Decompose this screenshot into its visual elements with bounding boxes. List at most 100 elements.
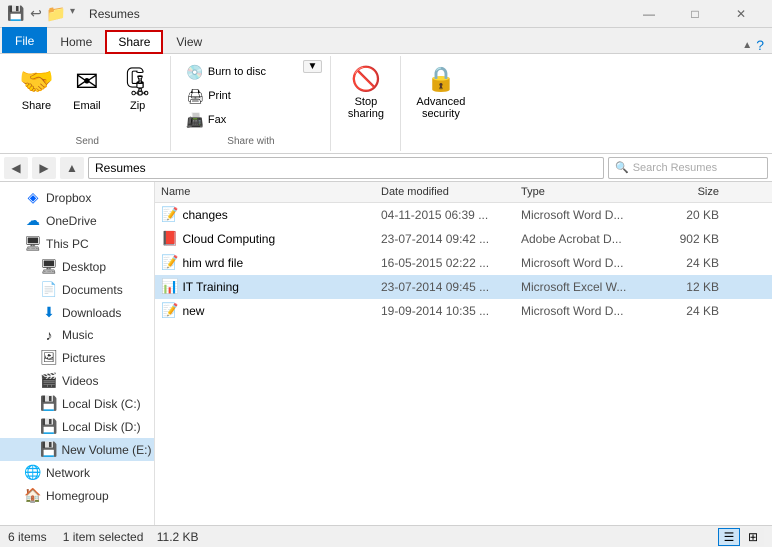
sidebar-item-new-volume[interactable]: 💾 New Volume (E:) (0, 438, 154, 461)
address-path-text: Resumes (95, 161, 146, 175)
file-size-cell: 24 KB (655, 301, 725, 321)
up-button[interactable]: ▲ (60, 157, 84, 179)
forward-button[interactable]: ▶ (32, 157, 56, 179)
ribbon-send-buttons: 🤝 Share ✉ Email 🗜 Zip (12, 60, 162, 132)
email-button[interactable]: ✉ Email (63, 60, 111, 117)
email-label: Email (73, 100, 101, 112)
sidebar-label-homegroup: Homegroup (46, 489, 109, 503)
sidebar-label-local-d: Local Disk (D:) (62, 420, 141, 434)
stop-sharing-button[interactable]: 🚫 Stopsharing (341, 60, 391, 147)
sidebar-item-downloads[interactable]: ⬇ Downloads (0, 301, 154, 324)
sidebar-item-this-pc[interactable]: 🖥 This PC (0, 232, 154, 255)
col-name[interactable]: Name (155, 184, 375, 200)
print-button[interactable]: 🖨 Print (179, 85, 298, 108)
title-bar-icons: 💾 ↩ 📁 ▾ (8, 6, 77, 22)
downloads-icon: ⬇ (40, 304, 58, 321)
homegroup-icon: 🏠 (24, 487, 42, 504)
file-size-cell: 20 KB (655, 205, 725, 225)
main-content: ◈ Dropbox ☁ OneDrive 🖥 This PC 🖥 Desktop… (0, 182, 772, 525)
share-button[interactable]: 🤝 Share (12, 60, 61, 117)
quick-access-save-icon[interactable]: 💾 (8, 6, 24, 22)
file-type-cell: Microsoft Word D... (515, 253, 655, 273)
col-type[interactable]: Type (515, 184, 655, 200)
file-type-cell: Microsoft Word D... (515, 301, 655, 321)
sidebar-item-onedrive[interactable]: ☁ OneDrive (0, 209, 154, 232)
sidebar-label-downloads: Downloads (62, 306, 121, 320)
share-label: Share (22, 100, 51, 112)
tab-home[interactable]: Home (47, 29, 105, 53)
advanced-security-button[interactable]: 🔒 Advancedsecurity (409, 60, 472, 147)
sidebar-item-videos[interactable]: 🎬 Videos (0, 369, 154, 392)
sidebar-item-homegroup[interactable]: 🏠 Homegroup (0, 484, 154, 507)
close-button[interactable]: ✕ (718, 0, 764, 28)
file-name-cell: 📊 IT Training (155, 275, 375, 298)
sidebar-item-documents[interactable]: 📄 Documents (0, 278, 154, 301)
desktop-icon: 🖥 (40, 258, 58, 275)
dropbox-icon: ◈ (24, 189, 42, 206)
sidebar-label-onedrive: OneDrive (46, 214, 97, 228)
file-date-cell: 19-09-2014 10:35 ... (375, 301, 515, 321)
file-type-icon: 📝 (161, 254, 178, 271)
zip-button[interactable]: 🗜 Zip (113, 60, 163, 117)
file-list-header: Name Date modified Type Size (155, 182, 772, 203)
file-size-cell: 12 KB (655, 277, 725, 297)
sidebar-label-this-pc: This PC (46, 237, 89, 251)
file-date-cell: 16-05-2015 02:22 ... (375, 253, 515, 273)
advanced-security-icon: 🔒 (426, 65, 456, 94)
large-icons-view-button[interactable]: ⊞ (742, 528, 764, 546)
table-row[interactable]: 📝 new 19-09-2014 10:35 ... Microsoft Wor… (155, 299, 772, 323)
documents-icon: 📄 (40, 281, 58, 298)
sidebar-label-videos: Videos (62, 374, 98, 388)
sidebar-item-desktop[interactable]: 🖥 Desktop (0, 255, 154, 278)
minimize-button[interactable]: — (626, 0, 672, 28)
window-title: Resumes (89, 7, 626, 21)
ribbon-expand-icon[interactable]: ▲ (742, 40, 752, 51)
details-view-button[interactable]: ☰ (718, 528, 740, 546)
burn-icon: 💿 (186, 64, 203, 81)
sidebar-item-local-c[interactable]: 💾 Local Disk (C:) (0, 392, 154, 415)
table-row[interactable]: 📊 IT Training 23-07-2014 09:45 ... Micro… (155, 275, 772, 299)
ribbon: 🤝 Share ✉ Email 🗜 Zip Send 💿 Burn to dis… (0, 54, 772, 154)
share-with-dropdown[interactable]: ▼ (303, 60, 323, 73)
quick-access-undo-icon[interactable]: ↩ (28, 6, 44, 22)
ribbon-share-with-buttons: 💿 Burn to disc 🖨 Print 📠 Fax ▼ (179, 60, 322, 132)
sidebar-item-network[interactable]: 🌐 Network (0, 461, 154, 484)
tab-file[interactable]: File (2, 27, 47, 53)
table-row[interactable]: 📝 him wrd file 16-05-2015 02:22 ... Micr… (155, 251, 772, 275)
sidebar-item-music[interactable]: ♪ Music (0, 324, 154, 346)
file-size-cell: 24 KB (655, 253, 725, 273)
maximize-button[interactable]: □ (672, 0, 718, 28)
file-type-cell: Microsoft Word D... (515, 205, 655, 225)
tab-bar: File Home Share View ▲ ? (0, 28, 772, 54)
table-row[interactable]: 📝 changes 04-11-2015 06:39 ... Microsoft… (155, 203, 772, 227)
file-name: him wrd file (182, 256, 243, 270)
share-icon: 🤝 (19, 65, 54, 98)
search-placeholder: Search Resumes (633, 162, 717, 174)
help-icon[interactable]: ? (756, 37, 764, 53)
fax-button[interactable]: 📠 Fax (179, 109, 298, 132)
item-count: 6 items (8, 530, 47, 544)
stop-sharing-icon: 🚫 (351, 65, 381, 94)
sidebar-item-local-d[interactable]: 💾 Local Disk (D:) (0, 415, 154, 438)
sidebar-label-new-volume: New Volume (E:) (61, 443, 151, 457)
col-size[interactable]: Size (655, 184, 725, 200)
col-date[interactable]: Date modified (375, 184, 515, 200)
title-bar: 💾 ↩ 📁 ▾ Resumes — □ ✕ (0, 0, 772, 28)
search-box[interactable]: 🔍 Search Resumes (608, 157, 768, 179)
table-row[interactable]: 📕 Cloud Computing 23-07-2014 09:42 ... A… (155, 227, 772, 251)
sidebar-item-pictures[interactable]: 🖼 Pictures (0, 346, 154, 369)
burn-button[interactable]: 💿 Burn to disc (179, 61, 298, 84)
file-name: changes (182, 208, 227, 222)
file-type-icon: 📕 (161, 230, 178, 247)
file-name: Cloud Computing (182, 232, 275, 246)
address-path[interactable]: Resumes (88, 157, 604, 179)
file-date-cell: 04-11-2015 06:39 ... (375, 205, 515, 225)
print-icon: 🖨 (186, 88, 204, 105)
back-button[interactable]: ◀ (4, 157, 28, 179)
sidebar-label-documents: Documents (62, 283, 123, 297)
tab-share[interactable]: Share (105, 30, 163, 54)
tab-view[interactable]: View (163, 29, 215, 53)
print-label: Print (208, 90, 231, 102)
sidebar-item-dropbox[interactable]: ◈ Dropbox (0, 186, 154, 209)
ribbon-advanced-security-group: 🔒 Advancedsecurity (401, 56, 480, 151)
